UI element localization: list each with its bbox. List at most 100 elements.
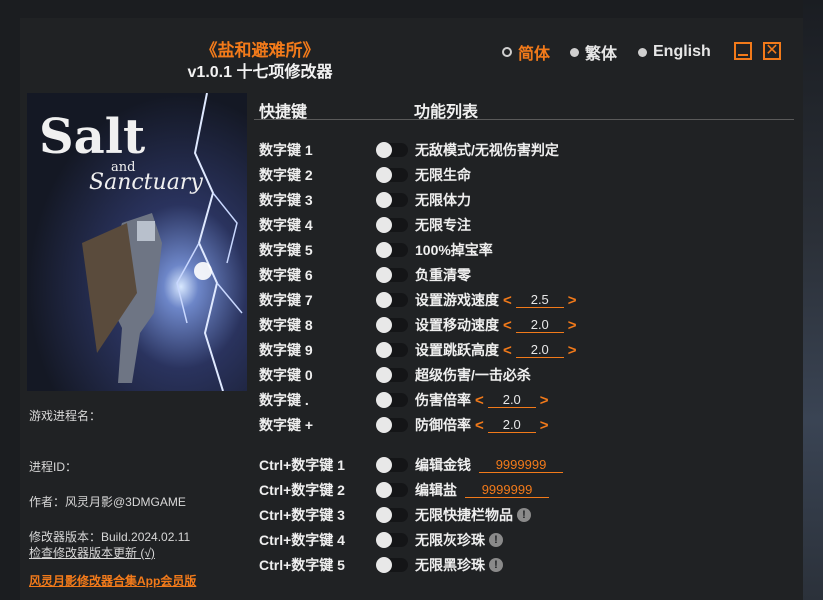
warning-icon: ! — [517, 508, 531, 522]
header-divider — [254, 119, 794, 120]
increase-arrow-button[interactable]: > — [540, 392, 549, 409]
cover-logo-line-3: Sanctuary — [89, 170, 203, 195]
lang-option-simplified[interactable]: 简体 — [502, 42, 551, 63]
cheat-label: 无限快捷栏物品 — [415, 507, 513, 523]
value-input[interactable]: 2.5 — [515, 292, 564, 308]
hotkey-label: 数字键 . — [259, 392, 309, 408]
toggle-knob — [376, 242, 392, 258]
toggle-knob — [376, 457, 392, 473]
hotkey-label: 数字键 4 — [259, 217, 313, 233]
background-strip — [803, 0, 823, 600]
hotkey-label: Ctrl+数字键 5 — [259, 557, 345, 573]
cheat-toggle[interactable] — [376, 192, 408, 208]
toggle-knob — [376, 167, 392, 183]
value-input[interactable]: 2.0 — [515, 317, 564, 333]
amount-input[interactable]: 9999999 — [465, 482, 549, 498]
value-input[interactable]: 2.0 — [487, 392, 536, 408]
decrease-arrow-button[interactable]: < — [503, 317, 512, 334]
decrease-arrow-button[interactable]: < — [475, 392, 484, 409]
cheat-toggle[interactable] — [376, 292, 408, 308]
cheat-toggle[interactable] — [376, 532, 408, 548]
cheat-toggle[interactable] — [376, 267, 408, 283]
increase-arrow-button[interactable]: > — [540, 417, 549, 434]
lang-option-english[interactable]: English — [638, 42, 711, 62]
cheat-toggle[interactable] — [376, 557, 408, 573]
process-name-label: 游戏进程名： — [29, 409, 102, 423]
cheat-toggle[interactable] — [376, 242, 408, 258]
decrease-arrow-button[interactable]: < — [503, 342, 512, 359]
toggle-knob — [376, 557, 392, 573]
hotkey-label: Ctrl+数字键 4 — [259, 532, 345, 548]
decrease-arrow-button[interactable]: < — [475, 417, 484, 434]
lang-label: 简体 — [518, 46, 551, 63]
build-label: 修改器版本：Build.2024.02.11 — [29, 530, 191, 544]
decrease-arrow-button[interactable]: < — [503, 292, 512, 309]
cheat-toggle[interactable] — [376, 317, 408, 333]
cheat-label: 编辑盐 — [415, 482, 457, 498]
hotkey-label: Ctrl+数字键 2 — [259, 482, 345, 498]
process-id-label: 进程ID： — [29, 460, 78, 474]
cheat-toggle[interactable] — [376, 482, 408, 498]
toggle-knob — [376, 292, 392, 308]
cheat-label: 设置游戏速度 — [415, 292, 499, 308]
cheat-label: 伤害倍率 — [415, 392, 471, 408]
toggle-knob — [376, 532, 392, 548]
trainer-version: v1.0.1 十七项修改器 — [187, 64, 333, 81]
hotkey-label: 数字键 0 — [259, 367, 313, 383]
lang-option-traditional[interactable]: 繁体 — [570, 42, 618, 63]
cheat-toggle[interactable] — [376, 367, 408, 383]
cheat-label: 超级伤害/一击必杀 — [415, 367, 531, 383]
cheat-toggle[interactable] — [376, 142, 408, 158]
toggle-knob — [376, 482, 392, 498]
cheat-toggle[interactable] — [376, 217, 408, 233]
lang-label: English — [653, 43, 711, 60]
toggle-knob — [376, 392, 392, 408]
cheat-toggle[interactable] — [376, 342, 408, 358]
radio-icon — [570, 47, 579, 57]
hotkey-label: 数字键 2 — [259, 167, 313, 183]
close-button[interactable]: ✕ — [763, 42, 781, 60]
cheat-toggle[interactable] — [376, 392, 408, 408]
amount-input[interactable]: 9999999 — [479, 457, 563, 473]
cheat-label: 防御倍率 — [415, 417, 471, 433]
check-update-link[interactable]: 检查修改器版本更新 (√) — [29, 544, 155, 561]
value-input[interactable]: 2.0 — [487, 417, 536, 433]
hotkey-label: 数字键 3 — [259, 192, 313, 208]
cheat-label: 设置跳跃高度 — [415, 342, 499, 358]
cheat-label: 无限黑珍珠 — [415, 557, 485, 573]
toggle-knob — [376, 367, 392, 383]
cheat-toggle[interactable] — [376, 457, 408, 473]
hotkey-label: 数字键 7 — [259, 292, 313, 308]
hotkey-label: 数字键 6 — [259, 267, 313, 283]
cheat-label: 编辑金钱 — [415, 457, 471, 473]
close-icon: ✕ — [765, 42, 779, 59]
hotkey-label: 数字键 5 — [259, 242, 313, 258]
minimize-button[interactable] — [734, 42, 752, 60]
increase-arrow-button[interactable]: > — [568, 342, 577, 359]
promo-link[interactable]: 风灵月影修改器合集App会员版 — [29, 572, 196, 589]
radio-selected-icon — [502, 47, 512, 57]
lang-label: 繁体 — [585, 46, 618, 63]
cheat-toggle[interactable] — [376, 507, 408, 523]
cheat-toggle[interactable] — [376, 167, 408, 183]
toggle-knob — [376, 217, 392, 233]
increase-arrow-button[interactable]: > — [568, 317, 577, 334]
warning-icon: ! — [489, 558, 503, 572]
hotkey-label: Ctrl+数字键 3 — [259, 507, 345, 523]
toggle-knob — [376, 267, 392, 283]
toggle-knob — [376, 417, 392, 433]
cheat-toggle[interactable] — [376, 417, 408, 433]
hotkey-label: Ctrl+数字键 1 — [259, 457, 345, 473]
toggle-knob — [376, 507, 392, 523]
cheat-label: 设置移动速度 — [415, 317, 499, 333]
hotkey-label: 数字键 9 — [259, 342, 313, 358]
increase-arrow-button[interactable]: > — [568, 292, 577, 309]
toggle-knob — [376, 342, 392, 358]
value-input[interactable]: 2.0 — [515, 342, 564, 358]
game-cover-image: Salt and Sanctuary — [27, 93, 247, 391]
toggle-knob — [376, 192, 392, 208]
cheat-label: 无限体力 — [415, 192, 471, 208]
warning-icon: ! — [489, 533, 503, 547]
hotkey-label: 数字键 8 — [259, 317, 313, 333]
cheat-label: 100%掉宝率 — [415, 242, 493, 258]
